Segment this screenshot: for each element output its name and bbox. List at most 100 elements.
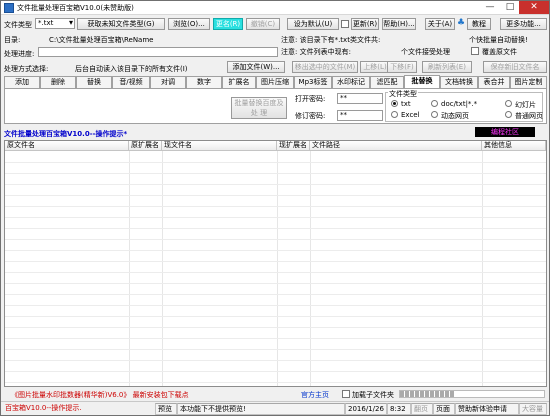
tab-image-compress[interactable]: 图片压缩 <box>256 76 294 88</box>
tab-watermark[interactable]: 水印标记 <box>332 76 370 88</box>
grid-row-line <box>5 382 546 383</box>
grid-row-line <box>5 360 546 361</box>
tab-delete[interactable]: 删除 <box>40 76 76 88</box>
tab-table-merge[interactable]: 表合并 <box>478 76 510 88</box>
refresh-list-button[interactable]: 刷新列表(E) <box>422 61 472 73</box>
open-password-input[interactable]: ** <box>337 93 383 104</box>
tab-filter[interactable]: 滤匹配 <box>370 76 404 88</box>
maximize-icon[interactable]: □ <box>499 1 521 14</box>
move-up-button[interactable]: 上移(L) <box>360 61 390 73</box>
tab-replace[interactable]: 替换 <box>76 76 112 88</box>
refresh-button[interactable]: 更新(R) <box>351 18 379 30</box>
radio-static-label: 普通网页 <box>515 112 543 120</box>
tutorial-button[interactable]: 教程 <box>467 18 491 30</box>
col-file-path[interactable]: 文件路径 <box>310 141 482 151</box>
grid-row-line <box>5 162 546 163</box>
remove-selected-button[interactable]: 移出选中的文件(M) <box>292 61 358 73</box>
help-button[interactable]: 帮助(H)... <box>382 18 416 30</box>
child-folder-checkbox[interactable] <box>342 390 350 398</box>
status-big-size: 大容量 <box>519 403 547 415</box>
grid-row-line <box>5 327 546 328</box>
grid-row-line <box>5 349 546 350</box>
note-list-count: 注意: 文件列表中现有: <box>281 48 351 56</box>
grid-row-line <box>5 250 546 251</box>
promo-link[interactable]: 《图片批量水印批数器(精华新)V6.0》 最新安装包下载点 <box>11 390 189 400</box>
close-icon[interactable]: ✕ <box>519 1 549 14</box>
sponsor-link[interactable]: 赞助新体验申请 <box>455 403 519 415</box>
set-default-button[interactable]: 设为默认(U) <box>287 18 339 30</box>
tab-number[interactable]: 数字 <box>186 76 222 88</box>
grid-row-line <box>5 283 546 284</box>
note-file-count: 注意: 该目录下有*.txt类文件共: <box>281 36 381 44</box>
tab-swap[interactable]: 对调 <box>150 76 186 88</box>
col-new-name[interactable]: 现文件名 <box>162 141 277 151</box>
file-list-grid[interactable]: 原文件名 原扩展名 现文件名 现扩展名 文件路径 其他信息 <box>4 140 547 387</box>
radio-doc[interactable] <box>431 100 438 107</box>
community-badge[interactable]: 编程社区 <box>475 127 535 137</box>
col-orig-ext[interactable]: 原扩展名 <box>129 141 162 151</box>
move-down-button[interactable]: 下移(F) <box>387 61 417 73</box>
overwrite-label: 覆盖原文件 <box>482 48 517 56</box>
status-bar: 百宝箱V10.0--操作提示. 预览 本功能下不提供预览! 2016/1/26 … <box>1 401 549 415</box>
start-batch-button[interactable]: 批量替换百度及处 理 <box>231 97 287 119</box>
grid-divider <box>310 151 311 386</box>
radio-txt[interactable] <box>391 100 398 107</box>
status-date: 2016/1/26 <box>345 403 387 415</box>
radio-excel[interactable] <box>391 111 398 118</box>
auto-update-label: 个快批量自动替换! <box>469 36 528 44</box>
title-bar: 文件批量处理百宝箱V10.0(未赞助版) — □ ✕ <box>1 1 549 15</box>
dir-value: C:\文件批量处理百宝箱\ReName <box>49 36 154 44</box>
undo-button[interactable]: 撤销(C) <box>246 18 280 30</box>
radio-doc-label: doc/txt|*.* <box>441 100 478 108</box>
status-page-label[interactable]: 翻页 <box>411 403 433 415</box>
progress-bar <box>38 47 278 57</box>
grid-row-line <box>5 206 546 207</box>
overwrite-checkbox[interactable] <box>471 47 479 55</box>
app-icon <box>4 3 14 13</box>
col-orig-name[interactable]: 原文件名 <box>5 141 129 151</box>
tab-image-custom[interactable]: 图片定制 <box>510 76 547 88</box>
file-type-select[interactable]: *.txt <box>35 18 75 29</box>
tab-mp3-tag[interactable]: Mp3标签 <box>294 76 332 88</box>
radio-ppt[interactable] <box>505 100 512 107</box>
about-button[interactable]: 关于(A) <box>425 18 455 30</box>
edit-password-input[interactable]: ** <box>337 110 383 121</box>
get-unknown-type-button[interactable]: 获取未知文件类型(G) <box>77 18 165 30</box>
edit-password-label: 修订密码: <box>295 112 326 120</box>
col-new-ext[interactable]: 现扩展名 <box>277 141 310 151</box>
grid-divider <box>277 151 278 386</box>
file-type-label: 文件类型 <box>4 21 32 29</box>
tab-extension[interactable]: 扩展名 <box>222 76 256 88</box>
radio-dynamic-label: 动态网页 <box>441 112 469 120</box>
tab-doc-convert[interactable]: 文档转换 <box>440 76 478 88</box>
grid-row-line <box>5 316 546 317</box>
radio-dynamic[interactable] <box>431 111 438 118</box>
tab-audio-video[interactable]: 音/视频 <box>112 76 150 88</box>
more-features-button[interactable]: 更多功能... <box>500 18 547 30</box>
main-window: 文件批量处理百宝箱V10.0(未赞助版) — □ ✕ 文件类型 *.txt 获取… <box>0 0 550 416</box>
operation-prompt: 文件批量处理百宝箱V10.0--操作提示* <box>4 130 128 138</box>
grid-row-line <box>5 184 546 185</box>
radio-static[interactable] <box>505 111 512 118</box>
col-other-info[interactable]: 其他信息 <box>482 141 546 151</box>
status-time: 8:32 <box>387 403 411 415</box>
child-folder-label: 加载子文件夹 <box>352 391 394 399</box>
file-type-group-title: 文件类型 <box>388 89 418 99</box>
rename-button[interactable]: 更名(R) <box>213 18 243 30</box>
grid-row-line <box>5 239 546 240</box>
method-text: 后台自动读入该目录下的所有文件(I) <box>75 65 188 73</box>
save-names-button[interactable]: 保存新旧文件名 <box>483 61 547 73</box>
progress-label: 处理进度: <box>4 50 35 58</box>
tab-batch-replace[interactable]: 批替换 <box>404 75 440 88</box>
grid-row-line <box>5 261 546 262</box>
open-password-label: 打开密码: <box>295 95 326 103</box>
batch-replace-panel: 批量替换百度及处 理 打开密码: ** 修订密码: ** 文件类型 txt do… <box>4 88 547 124</box>
add-file-button[interactable]: 添加文件(W)... <box>227 61 285 73</box>
homepage-link[interactable]: 官方主页 <box>301 390 329 400</box>
set-default-checkbox[interactable] <box>341 20 349 28</box>
grid-row-line <box>5 294 546 295</box>
browse-button[interactable]: 浏览(O)... <box>168 18 210 30</box>
tab-add[interactable]: 添加 <box>4 76 40 88</box>
grid-row-line <box>5 228 546 229</box>
minimize-icon[interactable]: — <box>479 1 501 14</box>
